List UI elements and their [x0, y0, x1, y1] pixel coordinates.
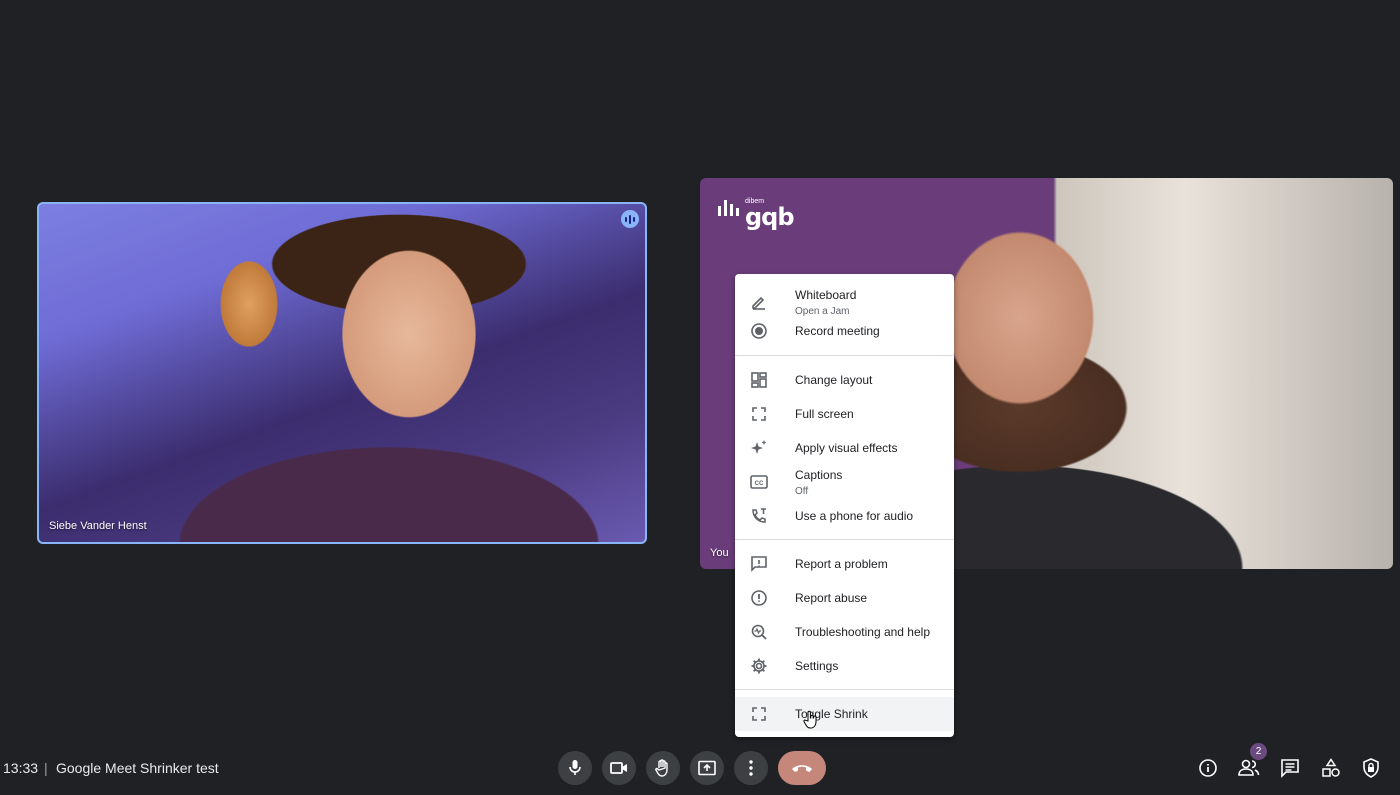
- alert-icon: [749, 588, 769, 608]
- menu-label: Report abuse: [795, 591, 868, 605]
- chat-button[interactable]: [1279, 757, 1301, 779]
- people-button[interactable]: [1238, 757, 1260, 779]
- gear-icon: [749, 656, 769, 676]
- people-icon: [1238, 759, 1260, 776]
- phone-icon: [749, 506, 769, 526]
- self-name: You: [710, 547, 729, 559]
- present-icon: [698, 760, 716, 776]
- speaking-indicator-icon: [621, 210, 639, 228]
- menu-item-change-layout[interactable]: Change layout: [735, 363, 954, 397]
- activities-icon: [1322, 758, 1340, 777]
- menu-item-toggle-shrink[interactable]: Toggle Shrink: [735, 697, 954, 731]
- participant-tile-remote[interactable]: Siebe Vander Henst: [37, 202, 647, 544]
- info-icon: [1199, 759, 1217, 777]
- menu-label: Full screen: [795, 407, 854, 421]
- hand-icon: [655, 759, 668, 777]
- menu-label: Troubleshooting and help: [795, 625, 930, 639]
- menu-label: Apply visual effects: [795, 441, 898, 455]
- menu-label: Record meeting: [795, 324, 880, 338]
- menu-item-full-screen[interactable]: Full screen: [735, 397, 954, 431]
- shield-lock-icon: [1363, 758, 1379, 778]
- microphone-button[interactable]: [558, 751, 592, 785]
- menu-item-report-problem[interactable]: Report a problem: [735, 547, 954, 581]
- fullscreen-icon: [749, 404, 769, 424]
- menu-divider: [735, 539, 954, 540]
- meeting-details-button[interactable]: [1197, 757, 1219, 779]
- title-divider: |: [44, 760, 48, 776]
- camera-button[interactable]: [602, 751, 636, 785]
- people-count-badge: 2: [1250, 743, 1267, 760]
- call-end-icon: [792, 765, 812, 772]
- meeting-time: 13:33: [3, 760, 39, 776]
- menu-item-phone-audio[interactable]: Use a phone for audio: [735, 499, 954, 533]
- menu-item-captions[interactable]: CC Captions Off: [735, 464, 954, 500]
- host-controls-button[interactable]: [1360, 757, 1382, 779]
- record-icon: [749, 321, 769, 341]
- more-vert-icon: [749, 760, 753, 776]
- company-logo: dibem gqb: [718, 198, 795, 231]
- menu-divider: [735, 689, 954, 690]
- activities-button[interactable]: [1320, 757, 1342, 779]
- menu-label: Change layout: [795, 373, 873, 387]
- troubleshoot-icon: [749, 622, 769, 642]
- bottom-control-bar: 13:33 | Google Meet Shrinker test 2: [0, 740, 1400, 795]
- layout-icon: [749, 370, 769, 390]
- menu-item-visual-effects[interactable]: Apply visual effects: [735, 431, 954, 465]
- chat-icon: [1281, 759, 1299, 778]
- menu-sublabel: Off: [795, 485, 809, 497]
- participant-name: Siebe Vander Henst: [49, 520, 147, 532]
- more-options-menu: Whiteboard Open a Jam Record meeting Chan…: [735, 274, 954, 737]
- end-call-button[interactable]: [778, 751, 826, 785]
- svg-text:CC: CC: [755, 481, 764, 487]
- present-screen-button[interactable]: [690, 751, 724, 785]
- fullscreen-icon: [749, 704, 769, 724]
- captions-icon: CC: [749, 472, 769, 492]
- menu-item-troubleshooting[interactable]: Troubleshooting and help: [735, 615, 954, 649]
- microphone-icon: [569, 760, 581, 775]
- pencil-icon: [749, 292, 769, 312]
- raise-hand-button[interactable]: [646, 751, 680, 785]
- menu-label: Report a problem: [795, 557, 888, 571]
- meeting-title: Google Meet Shrinker test: [56, 760, 219, 776]
- hand-cursor-icon: [803, 710, 817, 729]
- menu-divider: [735, 355, 954, 356]
- menu-label: Captions: [795, 467, 843, 482]
- menu-label: Whiteboard: [795, 287, 857, 302]
- menu-label: Settings: [795, 659, 839, 673]
- feedback-icon: [749, 554, 769, 574]
- more-options-button[interactable]: [734, 751, 768, 785]
- menu-item-report-abuse[interactable]: Report abuse: [735, 581, 954, 615]
- camera-icon: [610, 762, 627, 774]
- menu-item-settings[interactable]: Settings: [735, 649, 954, 683]
- sparkle-icon: [749, 438, 769, 458]
- menu-item-record[interactable]: Record meeting: [735, 314, 954, 348]
- menu-label: Use a phone for audio: [795, 509, 914, 523]
- logo-big-text: gqb: [745, 203, 795, 231]
